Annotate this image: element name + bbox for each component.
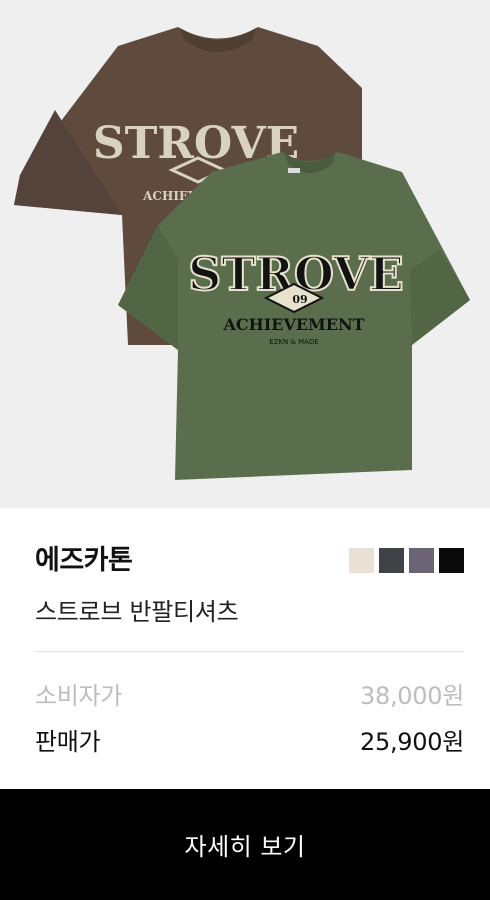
divider [35, 651, 464, 652]
swatch-charcoal[interactable] [379, 548, 404, 573]
green-print-small: EZKN & MADE [269, 338, 319, 346]
color-swatches [349, 548, 464, 573]
consumer-price-row: 소비자가 38,000원 [35, 676, 464, 711]
sale-price-value: 25,900원 [360, 728, 464, 756]
green-print-badge: 09 [292, 293, 307, 306]
swatch-purple-gray[interactable] [409, 548, 434, 573]
swatch-ivory[interactable] [349, 548, 374, 573]
consumer-price-value: 38,000원 [360, 682, 464, 710]
tshirt-illustration: STROVE ACHIEVEMENT STROVE 09 ACHIEVEMENT… [14, 27, 470, 480]
sale-price-label: 판매가 [35, 728, 101, 756]
product-name: 스트로브 반팔티셔츠 [35, 598, 239, 626]
swatch-black[interactable] [439, 548, 464, 573]
consumer-price-label: 소비자가 [35, 682, 123, 710]
green-print-sub: ACHIEVEMENT [223, 315, 365, 334]
brand-name: 에즈카톤 [35, 545, 133, 576]
product-image[interactable]: STROVE ACHIEVEMENT STROVE 09 ACHIEVEMENT… [0, 0, 490, 508]
sale-price-row: 판매가 25,900원 [35, 722, 464, 757]
view-details-button[interactable]: 자세히 보기 [0, 789, 490, 900]
product-card: STROVE ACHIEVEMENT STROVE 09 ACHIEVEMENT… [0, 0, 490, 900]
